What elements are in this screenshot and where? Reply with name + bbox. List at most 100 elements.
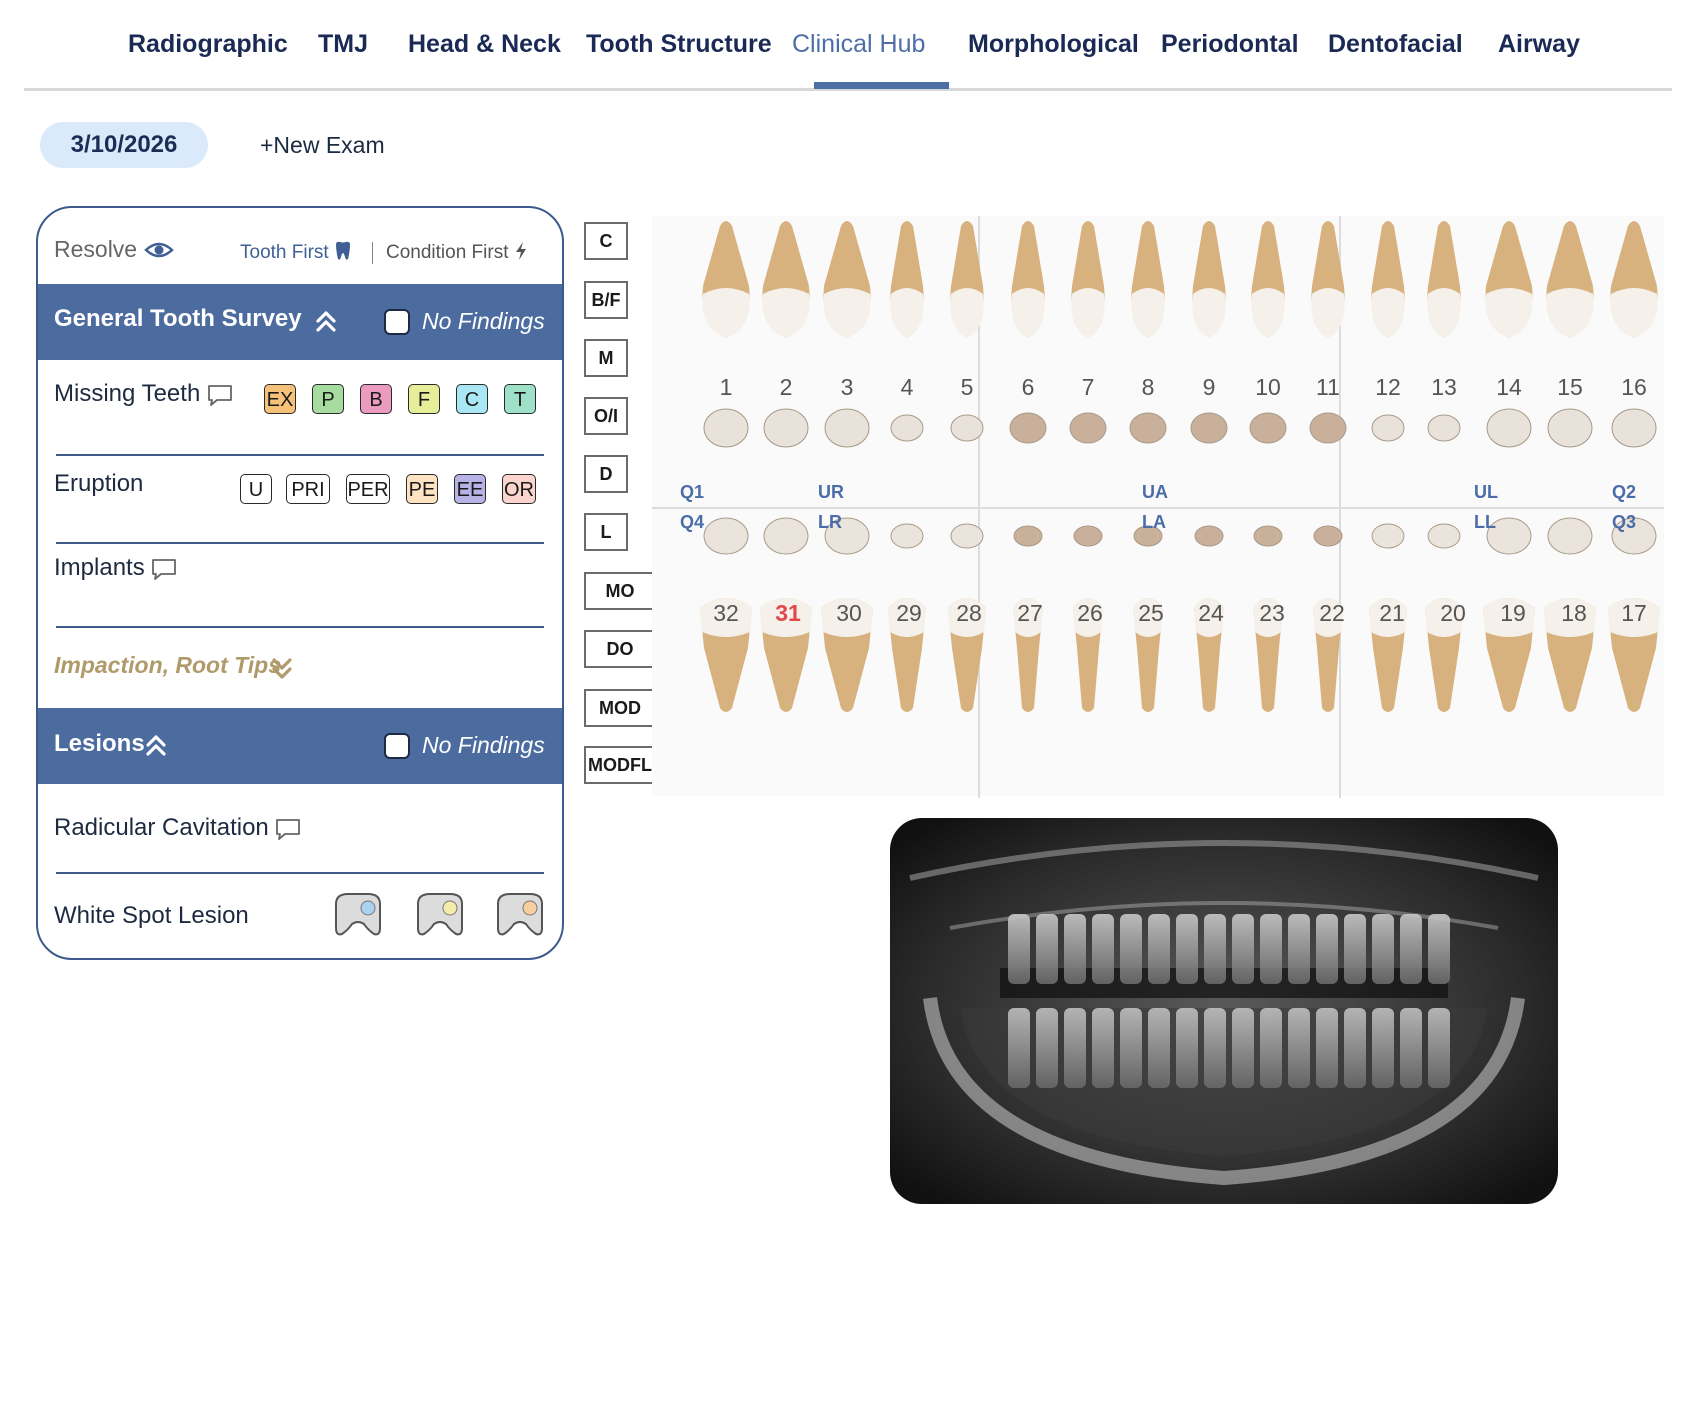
tooth-8-side[interactable]	[1124, 216, 1172, 346]
tooth-28-occlusal[interactable]	[941, 510, 993, 562]
condition-first-toggle[interactable]: Condition First	[386, 241, 528, 264]
tooth-number-32[interactable]: 32	[704, 600, 748, 627]
lesions-no-findings-checkbox[interactable]	[384, 733, 410, 759]
tooth-number-24[interactable]: 24	[1189, 600, 1233, 627]
eye-icon[interactable]	[144, 240, 174, 260]
chevrons-down-icon[interactable]	[270, 656, 294, 682]
tooth-number-11[interactable]: 11	[1306, 374, 1350, 401]
tooth-12-side[interactable]	[1364, 216, 1412, 346]
tooth-26-occlusal[interactable]	[1062, 510, 1114, 562]
tooth-31-occlusal[interactable]	[760, 510, 812, 562]
tooth-16-occlusal[interactable]	[1608, 402, 1660, 454]
surface-oi-button[interactable]: O/I	[584, 397, 628, 435]
tooth-number-16[interactable]: 16	[1612, 374, 1656, 401]
tooth-20-occlusal[interactable]	[1418, 510, 1470, 562]
tooth-16-side[interactable]	[1603, 216, 1665, 346]
tab-airway[interactable]: Airway	[1498, 30, 1580, 59]
tooth-5-occlusal[interactable]	[941, 402, 993, 454]
chip-f[interactable]: F	[408, 384, 440, 414]
general-no-findings-checkbox[interactable]	[384, 309, 410, 335]
surface-mod-button[interactable]: MOD	[584, 689, 656, 727]
chip-b[interactable]: B	[360, 384, 392, 414]
tooth-15-side[interactable]	[1539, 216, 1601, 346]
chip-pri[interactable]: PRI	[286, 474, 330, 504]
white-spot-tooth-icon[interactable]	[414, 892, 466, 938]
tooth-6-side[interactable]	[1004, 216, 1052, 346]
surface-do-button[interactable]: DO	[584, 630, 656, 668]
tooth-number-1[interactable]: 1	[704, 374, 748, 401]
tooth-1-occlusal[interactable]	[700, 402, 752, 454]
tooth-29-occlusal[interactable]	[881, 510, 933, 562]
tooth-18-occlusal[interactable]	[1544, 510, 1596, 562]
tooth-number-2[interactable]: 2	[764, 374, 808, 401]
tooth-number-6[interactable]: 6	[1006, 374, 1050, 401]
tab-morphological[interactable]: Morphological	[968, 30, 1139, 59]
tooth-first-toggle[interactable]: Tooth First	[240, 241, 352, 264]
tooth-15-occlusal[interactable]	[1544, 402, 1596, 454]
tab-tooth-structure[interactable]: Tooth Structure	[586, 30, 772, 59]
tooth-number-20[interactable]: 20	[1431, 600, 1475, 627]
tooth-number-29[interactable]: 29	[887, 600, 931, 627]
tooth-21-occlusal[interactable]	[1362, 510, 1414, 562]
lesions-title[interactable]: Lesions	[54, 730, 145, 758]
tooth-9-side[interactable]	[1185, 216, 1233, 346]
tab-periodontal[interactable]: Periodontal	[1161, 30, 1299, 59]
chevrons-up-icon[interactable]	[314, 308, 338, 334]
chip-ee[interactable]: EE	[454, 474, 486, 504]
general-survey-title[interactable]: General Tooth Survey	[54, 305, 302, 333]
tooth-7-side[interactable]	[1064, 216, 1112, 346]
chip-or[interactable]: OR	[502, 474, 536, 504]
tooth-11-side[interactable]	[1304, 216, 1352, 346]
tooth-13-occlusal[interactable]	[1418, 402, 1470, 454]
surface-mo-button[interactable]: MO	[584, 572, 656, 610]
tooth-24-occlusal[interactable]	[1183, 510, 1235, 562]
tooth-number-9[interactable]: 9	[1187, 374, 1231, 401]
tooth-number-18[interactable]: 18	[1552, 600, 1596, 627]
comment-icon[interactable]	[150, 558, 178, 582]
new-exam-button[interactable]: +New Exam	[260, 132, 385, 159]
tooth-number-30[interactable]: 30	[827, 600, 871, 627]
chip-p[interactable]: P	[312, 384, 344, 414]
tooth-number-14[interactable]: 14	[1487, 374, 1531, 401]
tooth-number-22[interactable]: 22	[1310, 600, 1354, 627]
chip-t[interactable]: T	[504, 384, 536, 414]
tooth-3-side[interactable]	[816, 216, 878, 346]
tooth-number-19[interactable]: 19	[1491, 600, 1535, 627]
surface-d-button[interactable]: D	[584, 455, 628, 493]
impaction-root-tips-toggle[interactable]: Impaction, Root Tips	[54, 652, 281, 679]
tooth-number-26[interactable]: 26	[1068, 600, 1112, 627]
tooth-10-occlusal[interactable]	[1242, 402, 1294, 454]
comment-icon[interactable]	[274, 818, 302, 842]
tooth-number-4[interactable]: 4	[885, 374, 929, 401]
tooth-number-27[interactable]: 27	[1008, 600, 1052, 627]
tooth-number-12[interactable]: 12	[1366, 374, 1410, 401]
tooth-number-15[interactable]: 15	[1548, 374, 1592, 401]
white-spot-tooth-icon[interactable]	[494, 892, 546, 938]
chip-c[interactable]: C	[456, 384, 488, 414]
tooth-number-25[interactable]: 25	[1129, 600, 1173, 627]
tooth-22-occlusal[interactable]	[1302, 510, 1354, 562]
tooth-7-occlusal[interactable]	[1062, 402, 1114, 454]
tooth-13-side[interactable]	[1420, 216, 1468, 346]
tooth-number-8[interactable]: 8	[1126, 374, 1170, 401]
white-spot-tooth-icon[interactable]	[332, 892, 384, 938]
tab-head-neck[interactable]: Head & Neck	[408, 30, 561, 59]
chip-ex[interactable]: EX	[264, 384, 296, 414]
tooth-1-side[interactable]	[695, 216, 757, 346]
tooth-8-occlusal[interactable]	[1122, 402, 1174, 454]
tab-tmj[interactable]: TMJ	[318, 30, 368, 59]
tooth-6-occlusal[interactable]	[1002, 402, 1054, 454]
tooth-5-side[interactable]	[943, 216, 991, 346]
chip-pe[interactable]: PE	[406, 474, 438, 504]
comment-icon[interactable]	[206, 384, 234, 408]
surface-c-button[interactable]: C	[584, 222, 628, 260]
tooth-9-occlusal[interactable]	[1183, 402, 1235, 454]
tooth-number-17[interactable]: 17	[1612, 600, 1656, 627]
tooth-2-occlusal[interactable]	[760, 402, 812, 454]
tooth-14-side[interactable]	[1478, 216, 1540, 346]
tooth-27-occlusal[interactable]	[1002, 510, 1054, 562]
tooth-10-side[interactable]	[1244, 216, 1292, 346]
chip-per[interactable]: PER	[346, 474, 390, 504]
tooth-number-21[interactable]: 21	[1370, 600, 1414, 627]
tooth-number-3[interactable]: 3	[825, 374, 869, 401]
